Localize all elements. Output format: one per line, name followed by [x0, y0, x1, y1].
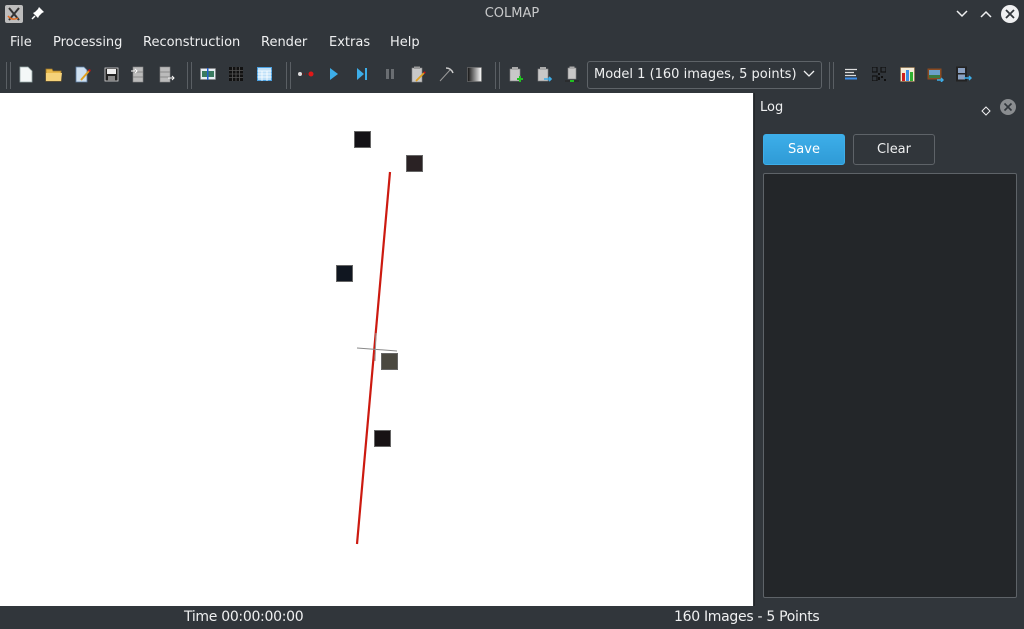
database-export-icon [537, 66, 552, 82]
database-add-icon [509, 66, 523, 82]
qr-code-icon [872, 67, 886, 81]
close-dock-button[interactable] [1000, 99, 1016, 115]
new-file-icon [19, 66, 33, 82]
grab-movie-button[interactable] [954, 65, 972, 83]
log-dock: Log Save Clear [754, 93, 1024, 606]
toolbar-separator [286, 62, 291, 89]
play-icon [330, 68, 338, 80]
model-selector[interactable]: Model 1 (160 images, 5 points) [587, 61, 822, 89]
folder-open-icon [45, 68, 62, 81]
start-reconstruction-button[interactable] [325, 65, 343, 83]
camera-frustum[interactable] [336, 265, 353, 282]
feature-extraction-button[interactable] [199, 65, 217, 83]
close-icon [1001, 5, 1019, 23]
clear-log-button[interactable]: Clear [853, 134, 935, 165]
edit-file-icon [75, 66, 91, 82]
floppy-disk-icon [104, 67, 118, 81]
close-icon [1003, 102, 1013, 112]
pause-reconstruction-button[interactable] [381, 65, 399, 83]
bundle-adjustment-button[interactable] [437, 65, 455, 83]
database-export-all-icon [565, 66, 579, 82]
edit-project-button[interactable] [74, 65, 92, 83]
chevron-down-icon [956, 10, 968, 18]
diamond-icon [981, 106, 991, 116]
table-icon [256, 67, 272, 81]
film-export-icon [955, 66, 972, 82]
grab-image-button[interactable] [926, 65, 944, 83]
menu-reconstruction[interactable]: Reconstruction [143, 35, 240, 50]
camera-frustum[interactable] [374, 430, 391, 447]
menu-bar: File Processing Reconstruction Render Ex… [0, 28, 1024, 58]
new-project-button[interactable] [17, 65, 35, 83]
import-model-add-button[interactable] [507, 65, 525, 83]
menu-render[interactable]: Render [261, 35, 307, 50]
toolbar: Model 1 (160 images, 5 points) [0, 58, 1024, 92]
import-model-button[interactable] [129, 65, 147, 83]
menu-extras[interactable]: Extras [329, 35, 370, 50]
export-model-button[interactable] [158, 65, 176, 83]
bar-chart-icon [899, 66, 915, 82]
gradient-icon [466, 66, 482, 82]
minimize-button[interactable] [952, 4, 972, 24]
open-project-button[interactable] [45, 65, 63, 83]
camera-frustum[interactable] [406, 155, 423, 172]
axis-horizontal [356, 347, 398, 352]
status-time: Time 00:00:00:00 [184, 609, 304, 625]
toolbar-handle[interactable] [6, 62, 11, 89]
image-features-icon [200, 68, 216, 80]
model-stats-button[interactable] [898, 65, 916, 83]
log-toggle-button[interactable] [842, 65, 860, 83]
toolbar-separator [829, 62, 834, 89]
database-management-button[interactable] [255, 65, 273, 83]
log-dock-title: Log [760, 100, 784, 115]
image-export-icon [927, 68, 944, 82]
step-reconstruction-button[interactable] [353, 65, 371, 83]
camera-frustum[interactable] [381, 353, 398, 370]
chevron-down-icon [803, 70, 815, 77]
camera-frustum[interactable] [354, 131, 371, 148]
reconstruction-viewport[interactable] [0, 93, 753, 606]
window-title: COLMAP [484, 6, 540, 21]
automatic-reconstruction-button[interactable] [297, 65, 315, 83]
title-bar: COLMAP [0, 0, 1024, 28]
close-window-button[interactable] [1000, 4, 1020, 24]
scene-canvas [355, 171, 398, 545]
menu-file[interactable]: File [10, 35, 32, 50]
model-selector-value: Model 1 (160 images, 5 points) [594, 67, 797, 82]
export-model-as-button[interactable] [535, 65, 553, 83]
save-log-button[interactable]: Save [763, 134, 845, 165]
pickaxe-icon [439, 67, 454, 82]
import-database-icon [131, 66, 144, 82]
text-align-icon [845, 68, 857, 80]
points-link-icon [298, 71, 314, 77]
feature-matching-button[interactable] [227, 65, 245, 83]
export-all-models-button[interactable] [563, 65, 581, 83]
options-edit-icon [411, 66, 426, 82]
maximize-button[interactable] [976, 4, 996, 24]
menu-processing[interactable]: Processing [53, 35, 122, 50]
pause-icon [386, 69, 394, 79]
save-project-button[interactable] [102, 65, 120, 83]
status-image-point-count: 160 Images - 5 Points [674, 609, 820, 625]
grid-matrix-icon [229, 67, 243, 81]
toolbar-separator [495, 62, 500, 89]
float-dock-button[interactable] [981, 101, 991, 116]
match-matrix-button[interactable] [870, 65, 888, 83]
reconstruction-options-button[interactable] [409, 65, 427, 83]
log-text-area[interactable] [763, 173, 1017, 598]
toolbar-separator [187, 62, 192, 89]
menu-help[interactable]: Help [390, 35, 420, 50]
export-database-icon [159, 66, 175, 82]
step-forward-icon [357, 68, 367, 80]
dense-reconstruction-button[interactable] [465, 65, 483, 83]
chevron-up-icon [980, 10, 992, 18]
status-bar: Time 00:00:00:00 160 Images - 5 Points [0, 606, 1024, 629]
